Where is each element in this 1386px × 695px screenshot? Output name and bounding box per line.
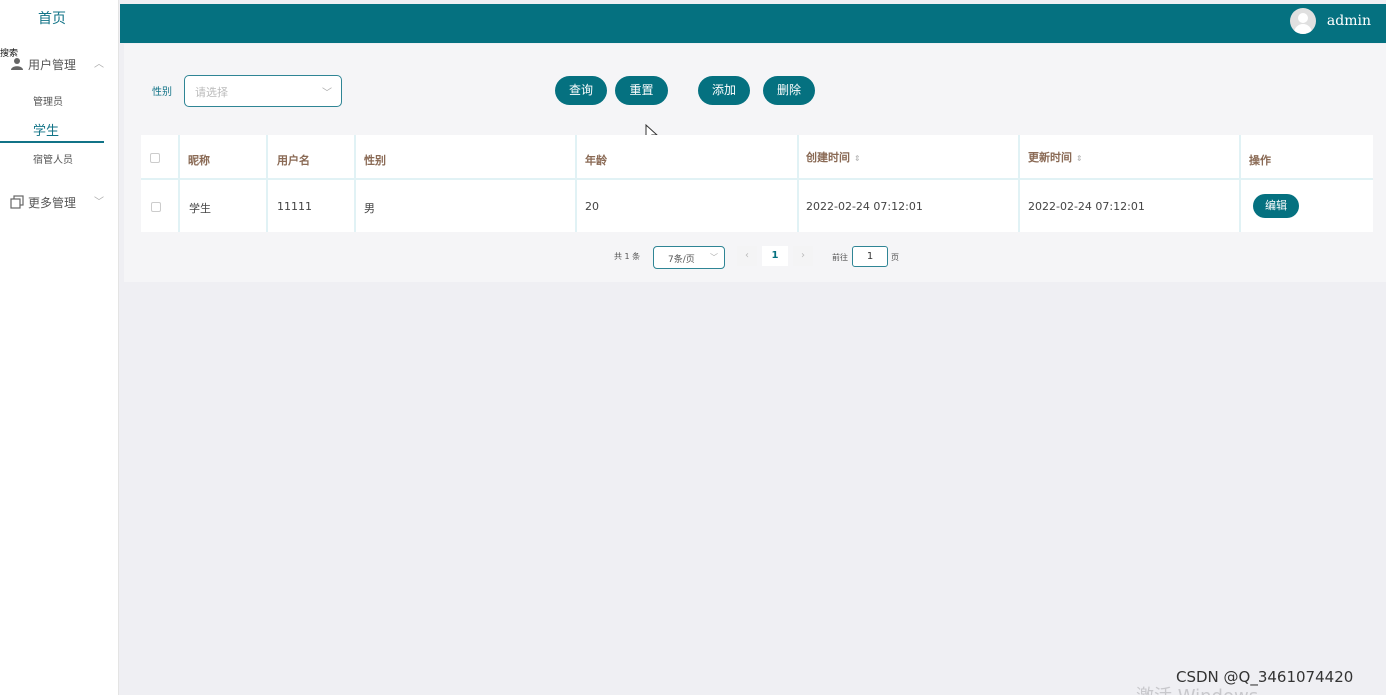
home-link[interactable]: 首页 <box>0 8 104 28</box>
chevron-down-icon: ﹀ <box>94 197 104 208</box>
windows-activation-overlay: 激活 Windows <box>1136 682 1258 695</box>
menu-more-management[interactable]: 更多管理 ﹀ <box>0 190 110 214</box>
goto-prefix: 前往 <box>832 253 848 262</box>
cell-nickname: 学生 <box>189 202 211 215</box>
page-size-select[interactable]: 7条/页 ﹀ <box>653 246 725 269</box>
gender-select-placeholder: 请选择 <box>195 86 228 99</box>
delete-button[interactable]: 删除 <box>763 76 815 105</box>
page-size-value: 7条/页 <box>668 255 695 265</box>
chevron-down-icon: ﹀ <box>322 88 332 99</box>
sidebar-item-student[interactable]: 学生 <box>33 120 59 139</box>
goto-suffix: 页 <box>891 253 899 262</box>
sidebar-item-dorm-staff[interactable]: 宿管人员 <box>33 151 73 166</box>
menu-user-management[interactable]: 用户管理 ︿ <box>0 52 110 76</box>
edit-button[interactable]: 编辑 <box>1253 194 1299 218</box>
username-label[interactable]: admin <box>1327 13 1371 29</box>
add-button[interactable]: 添加 <box>698 76 750 105</box>
page-number-current[interactable]: 1 <box>762 246 788 266</box>
sort-icon[interactable]: ⇕ <box>854 154 861 163</box>
column-header-updated[interactable]: 更新时间 ⇕ <box>1028 149 1083 165</box>
cell-updated: 2022-02-24 07:12:01 <box>1028 200 1145 213</box>
cell-gender: 男 <box>364 202 375 215</box>
column-header-age: 年龄 <box>585 154 607 167</box>
column-header-updated-label: 更新时间 <box>1028 151 1072 164</box>
menu-more-management-label: 更多管理 <box>28 196 77 210</box>
goto-page-input[interactable]: 1 <box>852 246 888 267</box>
column-header-nickname: 昵称 <box>188 154 210 167</box>
prev-page-button[interactable]: ‹ <box>737 246 757 266</box>
column-header-username: 用户名 <box>277 154 310 167</box>
avatar-icon[interactable] <box>1290 8 1316 34</box>
sidebar: 首页 搜索 用户管理 ︿ 管理员 学生 宿管人员 更多管理 ﹀ <box>0 0 119 695</box>
cell-age: 20 <box>585 200 599 213</box>
user-icon <box>11 58 23 70</box>
gender-select[interactable]: 请选择 ﹀ <box>184 75 342 107</box>
cell-created: 2022-02-24 07:12:01 <box>806 200 923 213</box>
top-header: admin <box>120 4 1386 43</box>
chevron-left-icon: ‹ <box>745 250 749 261</box>
chevron-up-icon: ︿ <box>94 59 104 70</box>
sidebar-item-admin[interactable]: 管理员 <box>33 93 63 108</box>
menu-user-management-label: 用户管理 <box>28 58 77 72</box>
column-header-created[interactable]: 创建时间 ⇕ <box>806 149 861 165</box>
row-checkbox[interactable] <box>151 202 161 212</box>
chevron-right-icon: › <box>801 250 805 261</box>
sort-icon[interactable]: ⇕ <box>1076 154 1083 163</box>
active-indicator <box>0 141 104 143</box>
pagination-total: 共 1 条 <box>614 252 641 261</box>
chevron-down-icon: ﹀ <box>710 253 718 262</box>
column-header-actions: 操作 <box>1249 154 1271 167</box>
data-table: 昵称 用户名 性别 年龄 创建时间 ⇕ 更新时间 ⇕ 操作 学生 11111 男 2… <box>141 135 1373 232</box>
gender-filter-label: 性别 <box>152 87 172 98</box>
column-header-created-label: 创建时间 <box>806 151 850 164</box>
select-all-checkbox[interactable] <box>150 153 160 163</box>
cell-username: 11111 <box>277 200 312 213</box>
query-button[interactable]: 查询 <box>555 76 607 105</box>
column-header-gender: 性别 <box>364 154 386 167</box>
next-page-button[interactable]: › <box>793 246 813 266</box>
copy-icon <box>10 195 24 209</box>
reset-button[interactable]: 重置 <box>615 76 668 105</box>
